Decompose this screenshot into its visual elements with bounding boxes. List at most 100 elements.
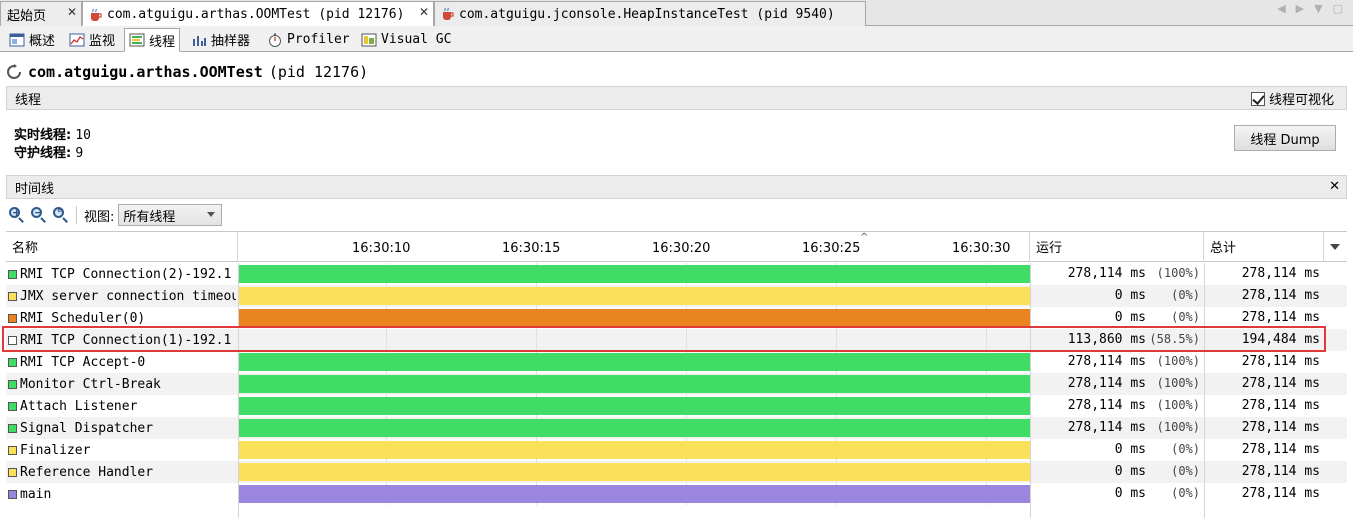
thread-state-swatch xyxy=(8,269,17,279)
close-icon[interactable]: ✕ xyxy=(67,5,77,19)
running-percent: (0%) xyxy=(1171,464,1200,478)
tab-oomtest[interactable]: com.atguigu.arthas.OOMTest (pid 12176) ✕ xyxy=(82,1,434,27)
zoom-in-icon[interactable]: + xyxy=(8,206,26,224)
table-row[interactable]: RMI TCP Connection(2)-192.1 278,114 ms (10… xyxy=(6,263,1347,285)
table-row[interactable]: Reference Handler 0 ms (0%) 278,114 ms xyxy=(6,461,1347,483)
thread-state-bar xyxy=(238,397,1030,415)
thread-state-swatch xyxy=(8,401,17,411)
running-time: 0 ms xyxy=(1114,442,1146,457)
tab-threads[interactable]: 线程 xyxy=(124,28,181,52)
table-row[interactable]: RMI Scheduler(0) 0 ms (0%) 278,114 ms xyxy=(6,307,1347,329)
maximize-icon[interactable]: ▢ xyxy=(1333,2,1343,15)
total-time: 194,484 ms xyxy=(1241,332,1320,347)
tab-monitor[interactable]: 监视 xyxy=(64,28,120,51)
thread-name: RMI Scheduler(0) xyxy=(20,310,146,326)
threads-section-header: 线程 线程可视化 xyxy=(6,86,1347,110)
thread-state-swatch xyxy=(8,489,17,499)
tab-label: 线程 xyxy=(149,34,176,50)
thread-state-swatch xyxy=(8,379,17,389)
tab-list-icon[interactable]: ▼ xyxy=(1314,2,1322,15)
running-percent: (100%) xyxy=(1156,398,1200,412)
tab-profiler[interactable]: Profiler xyxy=(262,28,355,51)
stopwatch-icon xyxy=(269,33,281,47)
running-time-cell: 278,114 ms (100%) xyxy=(1030,373,1204,395)
running-time-cell: 278,114 ms (100%) xyxy=(1030,417,1204,439)
close-icon[interactable]: ✕ xyxy=(419,5,429,19)
table-row[interactable]: Signal Dispatcher 278,114 ms (100%) 278,114… xyxy=(6,417,1347,439)
checkbox-checked-icon[interactable] xyxy=(1250,91,1265,106)
total-time: 278,114 ms xyxy=(1241,464,1320,479)
thread-name: main xyxy=(20,486,52,502)
running-time-cell: 0 ms (0%) xyxy=(1030,307,1204,329)
close-icon[interactable]: ✕ xyxy=(1329,179,1340,194)
total-time-cell: 278,114 ms xyxy=(1204,351,1324,373)
thread-name: RMI TCP Accept-0 xyxy=(20,354,146,370)
column-divider xyxy=(1204,263,1205,518)
table-row[interactable]: JMX server connection timeout 0 ms (0%) 278… xyxy=(6,285,1347,307)
view-select[interactable]: 所有线程 xyxy=(118,204,223,226)
thread-dump-button[interactable]: 线程 Dump xyxy=(1234,125,1336,151)
tab-label: Visual GC xyxy=(381,32,452,47)
total-time-cell: 278,114 ms xyxy=(1204,373,1324,395)
scroll-left-icon[interactable]: ◀ xyxy=(1277,2,1285,15)
tab-label: 概述 xyxy=(29,34,56,49)
thread-name-cell: main xyxy=(8,483,236,505)
thread-name: Monitor Ctrl-Break xyxy=(20,376,161,392)
table-row[interactable]: Attach Listener 278,114 ms (100%) 278,114 m… xyxy=(6,395,1347,417)
table-row[interactable]: RMI TCP Accept-0 278,114 ms (100%) 278,114 … xyxy=(6,351,1347,373)
tab-sampler[interactable]: 抽样器 xyxy=(186,28,255,51)
document-tab-bar: 起始页 ✕ com.atguigu.arthas.OOMTest (pid 12… xyxy=(0,0,1353,27)
total-time-cell: 278,114 ms xyxy=(1204,483,1324,505)
time-tick: 16:30:10 xyxy=(352,241,411,256)
time-tick: 16:30:30 xyxy=(952,241,1011,256)
thread-state-bar xyxy=(238,265,1030,283)
timeline-gridline xyxy=(986,329,987,351)
tab-label: 抽样器 xyxy=(211,34,251,49)
column-header-running[interactable]: 运行 xyxy=(1030,232,1204,262)
monitor-chart-icon xyxy=(69,33,85,46)
column-menu-button[interactable] xyxy=(1324,232,1347,262)
table-row[interactable]: Monitor Ctrl-Break 278,114 ms (100%) 278,11… xyxy=(6,373,1347,395)
thread-state-swatch xyxy=(8,313,17,323)
running-percent: (100%) xyxy=(1156,354,1200,368)
column-header-total[interactable]: 总计 xyxy=(1204,232,1324,262)
column-header-timeline[interactable]: ^ 16:30:10 16:30:15 16:30:20 16:30:25 16… xyxy=(238,232,1030,262)
tab-navigation: ◀ ▶ ▼ ▢ xyxy=(1277,2,1343,15)
table-row[interactable]: Finalizer 0 ms (0%) 278,114 ms xyxy=(6,439,1347,461)
running-percent: (100%) xyxy=(1156,266,1200,280)
tab-start-page[interactable]: 起始页 ✕ xyxy=(0,1,82,26)
application-name: com.atguigu.arthas.OOMTest xyxy=(28,63,263,81)
running-time: 0 ms xyxy=(1114,288,1146,303)
live-threads-label: 实时线程: xyxy=(14,128,72,143)
thread-visualization-checkbox[interactable]: 线程可视化 xyxy=(1250,89,1334,108)
section-title: 时间线 xyxy=(15,181,55,197)
tab-overview[interactable]: 概述 xyxy=(4,28,60,51)
thread-name: RMI TCP Connection(2)-192.1 xyxy=(20,266,232,282)
running-time: 0 ms xyxy=(1114,464,1146,479)
visual-gc-icon xyxy=(361,33,377,46)
thread-state-bar xyxy=(238,375,1030,393)
scroll-right-icon[interactable]: ▶ xyxy=(1296,2,1304,15)
running-time-cell: 0 ms (0%) xyxy=(1030,439,1204,461)
table-row[interactable]: RMI TCP Connection(1)-192.1 113,860 ms (58… xyxy=(6,329,1347,351)
running-percent: (58.5%) xyxy=(1149,332,1200,346)
table-row[interactable]: main 0 ms (0%) 278,114 ms xyxy=(6,483,1347,505)
zoom-out-icon[interactable]: − xyxy=(30,206,48,224)
total-time-cell: 278,114 ms xyxy=(1204,461,1324,483)
running-time: 278,114 ms xyxy=(1067,420,1146,435)
thread-counts: 实时线程: 10 守护线程: 9 xyxy=(14,127,91,163)
tab-visual-gc[interactable]: Visual GC xyxy=(356,28,456,51)
view-tab-bar: 概述 监视 线程 抽样器 Profiler Visual GC xyxy=(0,26,1353,52)
toolbar-separator xyxy=(76,206,78,224)
running-time-cell: 278,114 ms (100%) xyxy=(1030,263,1204,285)
zoom-fit-icon[interactable]: ⇔ xyxy=(52,206,70,224)
column-header-name[interactable]: 名称 xyxy=(6,232,238,262)
daemon-threads-label: 守护线程: xyxy=(14,146,72,161)
timeline-gridline xyxy=(686,329,687,351)
thread-name: Attach Listener xyxy=(20,398,138,414)
timeline-gridline xyxy=(836,329,837,351)
total-time: 278,114 ms xyxy=(1241,398,1320,413)
tab-heapinstancetest[interactable]: com.atguigu.jconsole.HeapInstanceTest (p… xyxy=(434,1,866,26)
total-time-cell: 278,114 ms xyxy=(1204,285,1324,307)
thread-name-cell: RMI TCP Connection(2)-192.1 xyxy=(8,263,236,285)
